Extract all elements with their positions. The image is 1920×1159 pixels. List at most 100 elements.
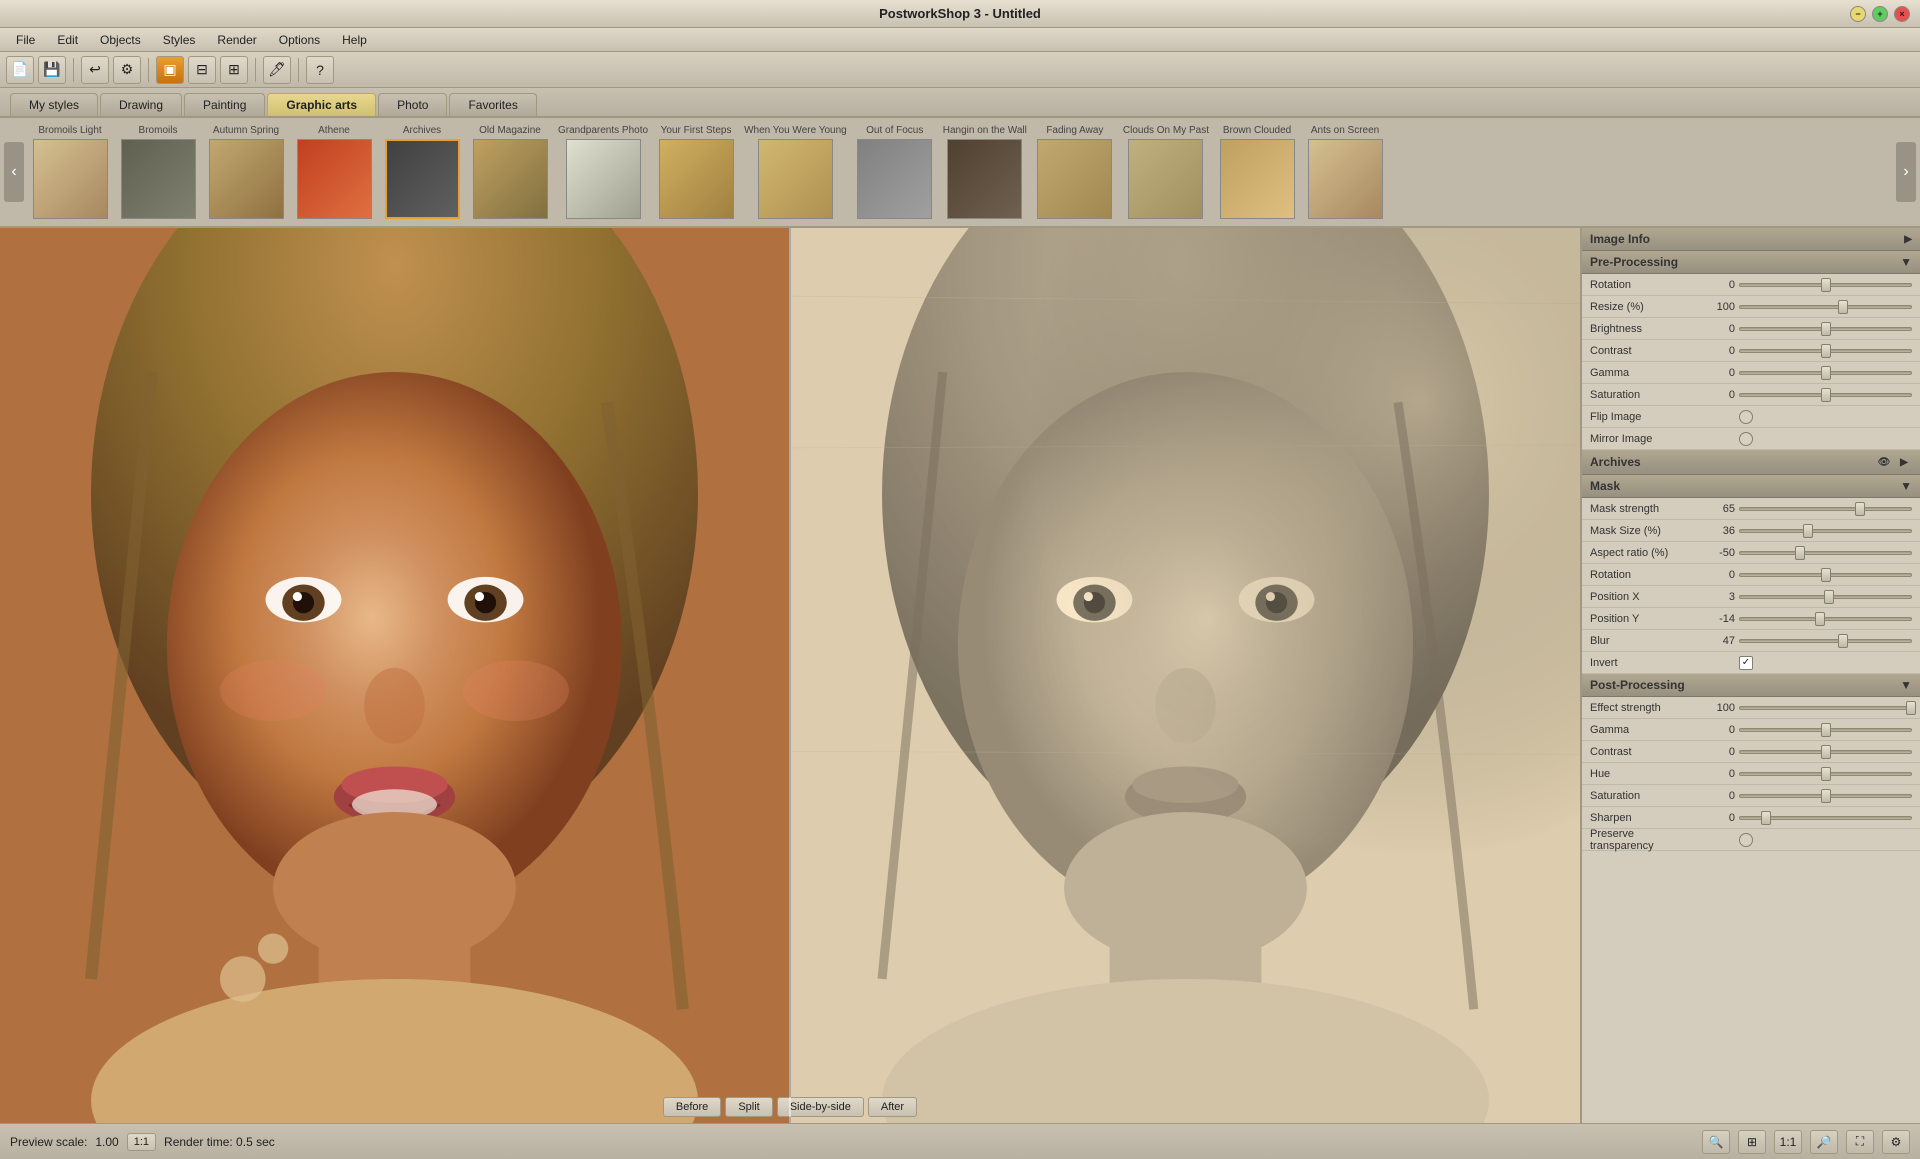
settings-panel-button[interactable]: ⚙: [1882, 1130, 1910, 1154]
invert-checkbox[interactable]: ✓: [1739, 656, 1753, 670]
hue-value: 0: [1700, 768, 1735, 780]
aspect-ratio-slider[interactable]: [1739, 546, 1912, 560]
mask-size-slider[interactable]: [1739, 524, 1912, 538]
mask-header[interactable]: Mask ▼: [1582, 475, 1920, 498]
view-btn-2[interactable]: ⊟: [188, 56, 216, 84]
fullscreen-button[interactable]: ⛶: [1846, 1130, 1874, 1154]
menu-options[interactable]: Options: [269, 31, 330, 49]
post-contrast-label: Contrast: [1590, 746, 1700, 758]
param-brightness: Brightness 0: [1582, 318, 1920, 340]
tab-drawing[interactable]: Drawing: [100, 93, 182, 116]
mask-strength-slider[interactable]: [1739, 502, 1912, 516]
preset-when-young[interactable]: When You Were Young: [744, 125, 847, 219]
menu-edit[interactable]: Edit: [47, 31, 88, 49]
help-button[interactable]: ?: [306, 56, 334, 84]
presets-prev[interactable]: ‹: [4, 142, 24, 202]
zoom-1-1-button[interactable]: 1:1: [1774, 1130, 1802, 1154]
preset-clouds[interactable]: Clouds On My Past: [1123, 125, 1209, 219]
canvas-divider[interactable]: [789, 228, 791, 1123]
menu-help[interactable]: Help: [332, 31, 377, 49]
preset-label: Your First Steps: [661, 125, 732, 136]
param-resize: Resize (%) 100: [1582, 296, 1920, 318]
close-button[interactable]: ×: [1894, 6, 1910, 22]
position-x-slider[interactable]: [1739, 590, 1912, 604]
tab-my-styles[interactable]: My styles: [10, 93, 98, 116]
preset-grandparents[interactable]: Grandparents Photo: [558, 125, 648, 219]
archives-header[interactable]: Archives 👁 ▶: [1582, 450, 1920, 475]
preset-old-magazine[interactable]: Old Magazine: [470, 125, 550, 219]
post-processing-title: Post-Processing: [1590, 678, 1685, 692]
new-button[interactable]: 📄: [6, 56, 34, 84]
minimize-button[interactable]: −: [1850, 6, 1866, 22]
view-after-button[interactable]: After: [868, 1097, 917, 1117]
statusbar: Preview scale: 1.00 1:1 Render time: 0.5…: [0, 1123, 1920, 1159]
contrast-slider[interactable]: [1739, 344, 1912, 358]
preset-label: Bromoils: [139, 125, 178, 136]
gamma-label: Gamma: [1590, 367, 1700, 379]
menu-file[interactable]: File: [6, 31, 45, 49]
preset-thumb: [1308, 139, 1383, 219]
preset-bromoils[interactable]: Bromoils: [118, 125, 198, 219]
hue-slider[interactable]: [1739, 767, 1912, 781]
effect-strength-slider[interactable]: [1739, 701, 1912, 715]
post-processing-header[interactable]: Post-Processing ▼: [1582, 674, 1920, 697]
preset-brown-clouded[interactable]: Brown Clouded: [1217, 125, 1297, 219]
preset-ants[interactable]: Ants on Screen: [1305, 125, 1385, 219]
tab-favorites[interactable]: Favorites: [449, 93, 536, 116]
zoom-out-button[interactable]: 🔍: [1702, 1130, 1730, 1154]
preset-thumb: [473, 139, 548, 219]
scale-1-1-button[interactable]: 1:1: [127, 1133, 156, 1151]
preset-thumb: [659, 139, 734, 219]
preset-hangin[interactable]: Hangin on the Wall: [943, 125, 1027, 219]
tab-graphic-arts[interactable]: Graphic arts: [267, 93, 376, 116]
fit-button[interactable]: ⊞: [1738, 1130, 1766, 1154]
undo-button[interactable]: ↩: [81, 56, 109, 84]
flip-image-checkbox[interactable]: [1739, 410, 1753, 424]
archives-play-icon[interactable]: ▶: [1896, 454, 1912, 470]
preserve-transparency-checkbox[interactable]: [1739, 833, 1753, 847]
view-btn-1[interactable]: ▣: [156, 56, 184, 84]
post-contrast-slider[interactable]: [1739, 745, 1912, 759]
mask-rotation-slider[interactable]: [1739, 568, 1912, 582]
mirror-image-checkbox[interactable]: [1739, 432, 1753, 446]
effect-strength-label: Effect strength: [1590, 702, 1700, 714]
archives-eye-icon[interactable]: 👁: [1876, 454, 1892, 470]
tab-painting[interactable]: Painting: [184, 93, 265, 116]
sharpen-slider[interactable]: [1739, 811, 1912, 825]
gamma-slider[interactable]: [1739, 366, 1912, 380]
view-btn-3[interactable]: ⊞: [220, 56, 248, 84]
effect-strength-value: 100: [1700, 702, 1735, 714]
brush-button[interactable]: 🖊: [263, 56, 291, 84]
presets-next[interactable]: ›: [1896, 142, 1916, 202]
position-y-slider[interactable]: [1739, 612, 1912, 626]
pre-processing-header[interactable]: Pre-Processing ▼: [1582, 251, 1920, 274]
image-info-header[interactable]: Image Info ▶: [1582, 228, 1920, 251]
brightness-slider[interactable]: [1739, 322, 1912, 336]
menu-render[interactable]: Render: [207, 31, 266, 49]
settings-button[interactable]: ⚙: [113, 56, 141, 84]
tab-photo[interactable]: Photo: [378, 93, 447, 116]
post-gamma-slider[interactable]: [1739, 723, 1912, 737]
menu-styles[interactable]: Styles: [153, 31, 206, 49]
view-before-button[interactable]: Before: [663, 1097, 721, 1117]
zoom-in-button[interactable]: 🔎: [1810, 1130, 1838, 1154]
preset-first-steps[interactable]: Your First Steps: [656, 125, 736, 219]
preset-out-of-focus[interactable]: Out of Focus: [855, 125, 935, 219]
saturation-slider[interactable]: [1739, 388, 1912, 402]
preset-archives[interactable]: Archives: [382, 125, 462, 219]
preset-athene[interactable]: Athene: [294, 125, 374, 219]
preset-fading[interactable]: Fading Away: [1035, 125, 1115, 219]
menu-objects[interactable]: Objects: [90, 31, 151, 49]
maximize-button[interactable]: +: [1872, 6, 1888, 22]
preset-autumn-spring[interactable]: Autumn Spring: [206, 125, 286, 219]
post-saturation-slider[interactable]: [1739, 789, 1912, 803]
resize-slider[interactable]: [1739, 300, 1912, 314]
save-button[interactable]: 💾: [38, 56, 66, 84]
status-left: Preview scale: 1.00 1:1 Render time: 0.5…: [10, 1133, 275, 1151]
preset-label: Bromoils Light: [38, 125, 101, 136]
rotation-slider[interactable]: [1739, 278, 1912, 292]
preset-label: Clouds On My Past: [1123, 125, 1209, 136]
blur-slider[interactable]: [1739, 634, 1912, 648]
preset-bromoils-light[interactable]: Bromoils Light: [30, 125, 110, 219]
view-split-button[interactable]: Split: [725, 1097, 772, 1117]
